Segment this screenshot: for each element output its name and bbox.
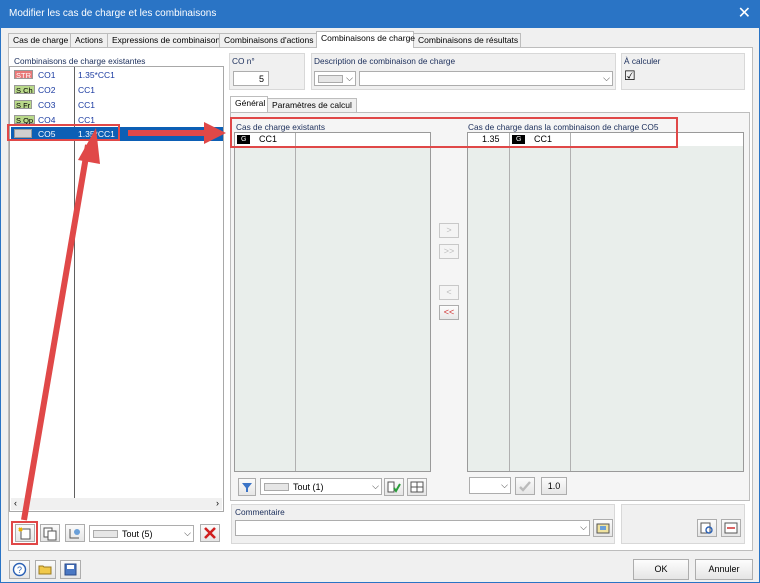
tab-combinaisons-charge[interactable]: Combinaisons de charge: [316, 31, 415, 48]
subtab-general[interactable]: Général: [230, 96, 268, 112]
annotation-arrows: [21, 122, 226, 521]
